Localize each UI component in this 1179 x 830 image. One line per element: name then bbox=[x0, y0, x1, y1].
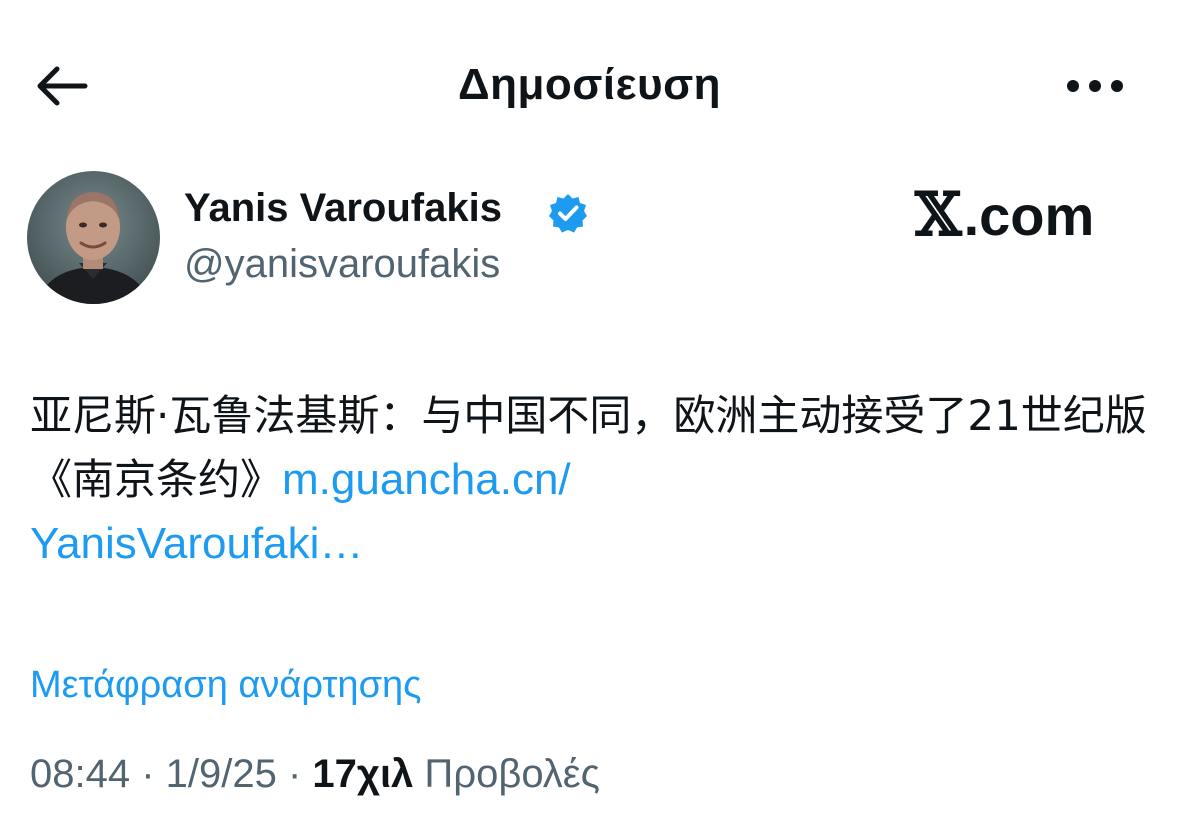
author-handle[interactable]: @yanisvaroufakis bbox=[184, 242, 500, 287]
x-logo: 𝕏 bbox=[915, 180, 962, 250]
post-text: 亚尼斯·瓦鲁法基斯：与中国不同，欧洲主动接受了21世纪版《南京条约》m.guan… bbox=[30, 384, 1150, 576]
page-title: Δημοσίευση bbox=[457, 60, 722, 109]
post-meta: 08:44 · 1/9/25 · 17χιλ Προβολές bbox=[30, 752, 600, 797]
more-button[interactable] bbox=[1062, 62, 1128, 110]
translate-post-link[interactable]: Μετάφραση ανάρτησης bbox=[30, 664, 421, 707]
meta-separator: · bbox=[130, 752, 166, 796]
avatar[interactable] bbox=[27, 171, 160, 304]
top-bar: Δημοσίευση bbox=[0, 0, 1179, 170]
post-date: 1/9/25 bbox=[165, 752, 277, 796]
post-body: 亚尼斯·瓦鲁法基斯：与中国不同，欧洲主动接受了21世纪版《南京条约》 bbox=[30, 391, 1147, 504]
post-link-part-1[interactable]: m.guancha.cn/ bbox=[282, 455, 571, 504]
verified-badge-icon bbox=[547, 192, 589, 234]
views-label: Προβολές bbox=[413, 752, 600, 796]
meta-separator: · bbox=[276, 752, 313, 796]
author-name[interactable]: Yanis Varoufakis bbox=[184, 186, 502, 231]
more-horizontal-icon bbox=[1067, 80, 1123, 92]
x-watermark: 𝕏 .com bbox=[915, 180, 1094, 250]
post-time: 08:44 bbox=[30, 752, 131, 796]
watermark-text: .com bbox=[963, 183, 1095, 247]
post-link-part-2[interactable]: YanisVaroufaki… bbox=[30, 519, 363, 568]
views-count[interactable]: 17χιλ bbox=[312, 752, 413, 796]
